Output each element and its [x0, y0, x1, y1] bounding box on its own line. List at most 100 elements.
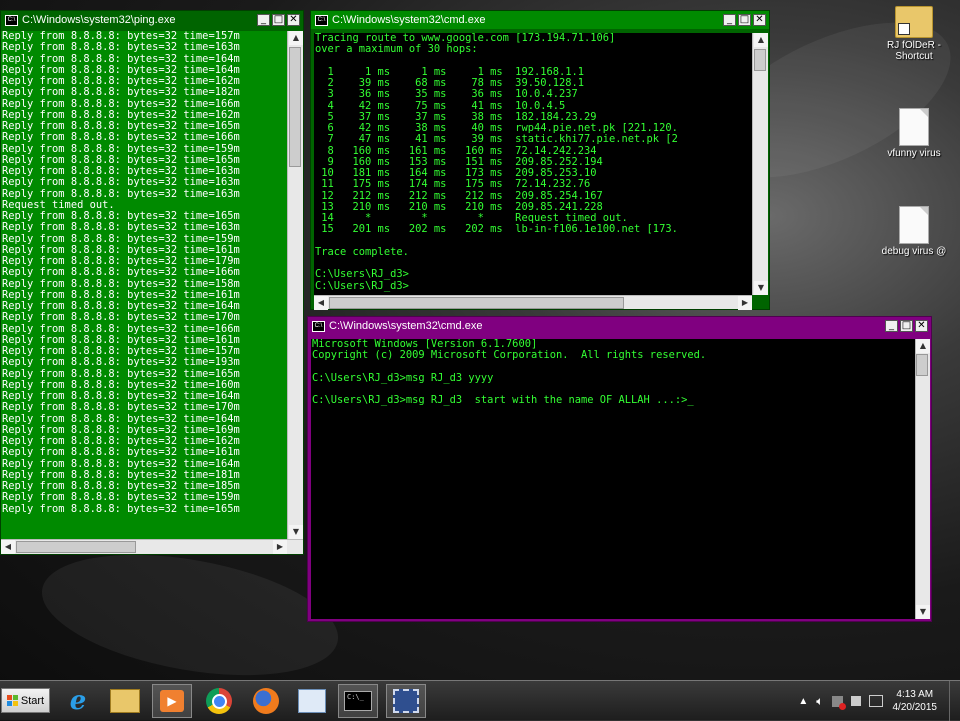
scroll-left-arrow-icon[interactable]: ◀ — [314, 296, 328, 310]
console-line: over a maximum of 30 hops: — [315, 43, 478, 56]
taskbar: Start e ▶ C:\_ ▲ 🔈︎ 4:13 AM 4/20/2015 — [0, 680, 960, 721]
folder-icon — [110, 689, 140, 713]
console-line: Reply from 8.8.8.8: bytes=32 time=159m — [2, 491, 240, 504]
console-icon: C:\ — [315, 14, 328, 26]
ping-horizontal-scrollbar[interactable]: ◀ ▶ — [1, 539, 303, 554]
console-icon: C:\ — [312, 320, 325, 332]
desktop-icon-label: debug virus @ — [881, 246, 947, 257]
scroll-thumb[interactable] — [329, 297, 624, 309]
scroll-left-arrow-icon[interactable]: ◀ — [1, 540, 15, 554]
ping-vertical-scrollbar[interactable]: ▲ ▼ — [287, 31, 303, 539]
console-line: C:\Users\RJ_d3>msg RJ_d3 yyyy — [312, 371, 494, 384]
ping-console-output[interactable]: Reply from 8.8.8.8: bytes=32 time=157m Re… — [1, 31, 287, 539]
scroll-down-arrow-icon[interactable]: ▼ — [754, 281, 768, 295]
scroll-thumb[interactable] — [16, 541, 136, 553]
console-line: Reply from 8.8.8.8: bytes=32 time=170m — [2, 311, 240, 324]
taskbar-internet-explorer[interactable]: e — [58, 684, 98, 718]
minimize-button[interactable]: _ — [257, 14, 270, 26]
console-line: Copyright (c) 2009 Microsoft Corporation… — [312, 349, 707, 362]
scroll-thumb[interactable] — [916, 354, 928, 376]
scroll-up-arrow-icon[interactable]: ▲ — [289, 31, 303, 45]
notepad-icon — [298, 689, 326, 713]
console-line: Reply from 8.8.8.8: bytes=32 time=163m — [2, 176, 240, 189]
taskbar-file-explorer[interactable] — [105, 684, 145, 718]
start-label: Start — [20, 694, 45, 707]
ie-icon: e — [69, 686, 87, 716]
tracert-titlebar[interactable]: C:\ C:\Windows\system32\cmd.exe _ □ ✕ — [311, 11, 769, 29]
taskbar-media-player[interactable]: ▶ — [152, 684, 192, 718]
taskbar-firefox[interactable] — [246, 684, 286, 718]
console-line: 11 175 ms 174 ms 175 ms 72.14.232.76 — [315, 178, 591, 191]
minimize-button[interactable]: _ — [885, 320, 898, 332]
scroll-right-arrow-icon[interactable]: ▶ — [738, 296, 752, 310]
tracert-console-output[interactable]: Tracing route to www.google.com [173.194… — [314, 33, 752, 295]
taskbar-chrome[interactable] — [199, 684, 239, 718]
scroll-up-arrow-icon[interactable]: ▲ — [916, 339, 930, 353]
taskbar-cmd[interactable]: C:\_ — [338, 684, 378, 718]
msg-titlebar[interactable]: C:\ C:\Windows\system32\cmd.exe _ □ ✕ — [308, 317, 931, 335]
media-player-icon: ▶ — [160, 690, 184, 712]
close-button[interactable]: ✕ — [287, 14, 300, 26]
folder-shortcut-icon — [895, 6, 933, 38]
start-button[interactable]: Start — [1, 688, 50, 713]
maximize-button[interactable]: □ — [272, 14, 285, 26]
console-line: Reply from 8.8.8.8: bytes=32 time=182m — [2, 86, 240, 99]
taskbar-video[interactable] — [386, 684, 426, 718]
console-line: Reply from 8.8.8.8: bytes=32 time=166m — [2, 266, 240, 279]
action-center-icon[interactable] — [868, 695, 883, 707]
desktop-icon-rj-folder[interactable]: RJ fOlDeR - Shortcut — [874, 6, 954, 62]
maximize-button[interactable]: □ — [738, 14, 751, 26]
console-line: Reply from 8.8.8.8: bytes=32 time=193m — [2, 356, 240, 369]
ping-window[interactable]: C:\ C:\Windows\system32\ping.exe _ □ ✕ R… — [0, 10, 304, 555]
firefox-icon — [253, 688, 279, 714]
tracert-window[interactable]: C:\ C:\Windows\system32\cmd.exe _ □ ✕ Tr… — [310, 10, 770, 310]
tracert-vertical-scrollbar[interactable]: ▲ ▼ — [752, 33, 768, 295]
system-tray: ▲ 🔈︎ 4:13 AM 4/20/2015 — [798, 681, 960, 721]
desktop-icon-vfunny-virus[interactable]: vfunny virus — [874, 108, 954, 159]
volume-icon[interactable]: 🔈︎ — [816, 694, 823, 709]
scroll-down-arrow-icon[interactable]: ▼ — [916, 605, 930, 619]
network-error-icon[interactable] — [831, 695, 846, 710]
flag-icon[interactable] — [850, 696, 861, 706]
scroll-down-arrow-icon[interactable]: ▼ — [289, 525, 303, 539]
scroll-thumb[interactable] — [754, 49, 766, 71]
desktop-icon-debug-virus[interactable]: debug virus @ — [874, 206, 954, 257]
windows-logo-icon — [6, 695, 18, 706]
console-line: Reply from 8.8.8.8: bytes=32 time=165m — [2, 502, 240, 515]
clock-time: 4:13 AM — [896, 689, 934, 700]
tracert-window-title: C:\Windows\system32\cmd.exe — [332, 14, 486, 26]
ping-window-title: C:\Windows\system32\ping.exe — [22, 14, 176, 26]
show-desktop-button[interactable] — [949, 681, 960, 721]
console-line: C:\Users\RJ_d3> — [315, 279, 409, 292]
console-line: Reply from 8.8.8.8: bytes=32 time=166m — [2, 131, 240, 144]
msg-vertical-scrollbar[interactable]: ▲ ▼ — [915, 339, 930, 619]
scroll-up-arrow-icon[interactable]: ▲ — [754, 33, 768, 47]
chevron-up-icon[interactable]: ▲ — [798, 696, 808, 707]
scroll-thumb[interactable] — [289, 47, 301, 167]
msg-console-output[interactable]: Microsoft Windows [Version 6.1.7600] Copy… — [311, 339, 915, 619]
cmd-icon: C:\_ — [344, 691, 372, 711]
console-line: Trace complete. — [315, 245, 409, 258]
scroll-right-arrow-icon[interactable]: ▶ — [273, 540, 287, 554]
clock-date: 4/20/2015 — [892, 702, 938, 713]
close-button[interactable]: ✕ — [915, 320, 928, 332]
close-button[interactable]: ✕ — [753, 14, 766, 26]
desktop-icon-label: RJ fOlDeR - Shortcut — [887, 40, 941, 62]
console-line: Reply from 8.8.8.8: bytes=32 time=170m — [2, 401, 240, 414]
msg-window[interactable]: C:\ C:\Windows\system32\cmd.exe _ □ ✕ Mi… — [307, 316, 932, 622]
console-icon: C:\ — [5, 14, 18, 26]
taskbar-notepad[interactable] — [292, 684, 332, 718]
console-line: Reply from 8.8.8.8: bytes=32 time=161m — [2, 446, 240, 459]
maximize-button[interactable]: □ — [900, 320, 913, 332]
console-line: 15 201 ms 202 ms 202 ms lb-in-f106.1e100… — [315, 223, 678, 236]
chrome-icon — [206, 688, 232, 714]
console-line: C:\Users\RJ_d3>msg RJ_d3 start with the … — [312, 394, 694, 407]
clock[interactable]: 4:13 AM 4/20/2015 — [893, 688, 938, 714]
ping-titlebar[interactable]: C:\ C:\Windows\system32\ping.exe _ □ ✕ — [1, 11, 303, 29]
minimize-button[interactable]: _ — [723, 14, 736, 26]
film-icon — [393, 689, 419, 713]
tracert-horizontal-scrollbar[interactable]: ◀ ▶ — [314, 295, 752, 310]
console-line: Reply from 8.8.8.8: bytes=32 time=163m — [2, 221, 240, 234]
console-line: 3 36 ms 35 ms 36 ms 10.0.4.237 — [315, 88, 578, 101]
document-icon — [899, 206, 929, 244]
